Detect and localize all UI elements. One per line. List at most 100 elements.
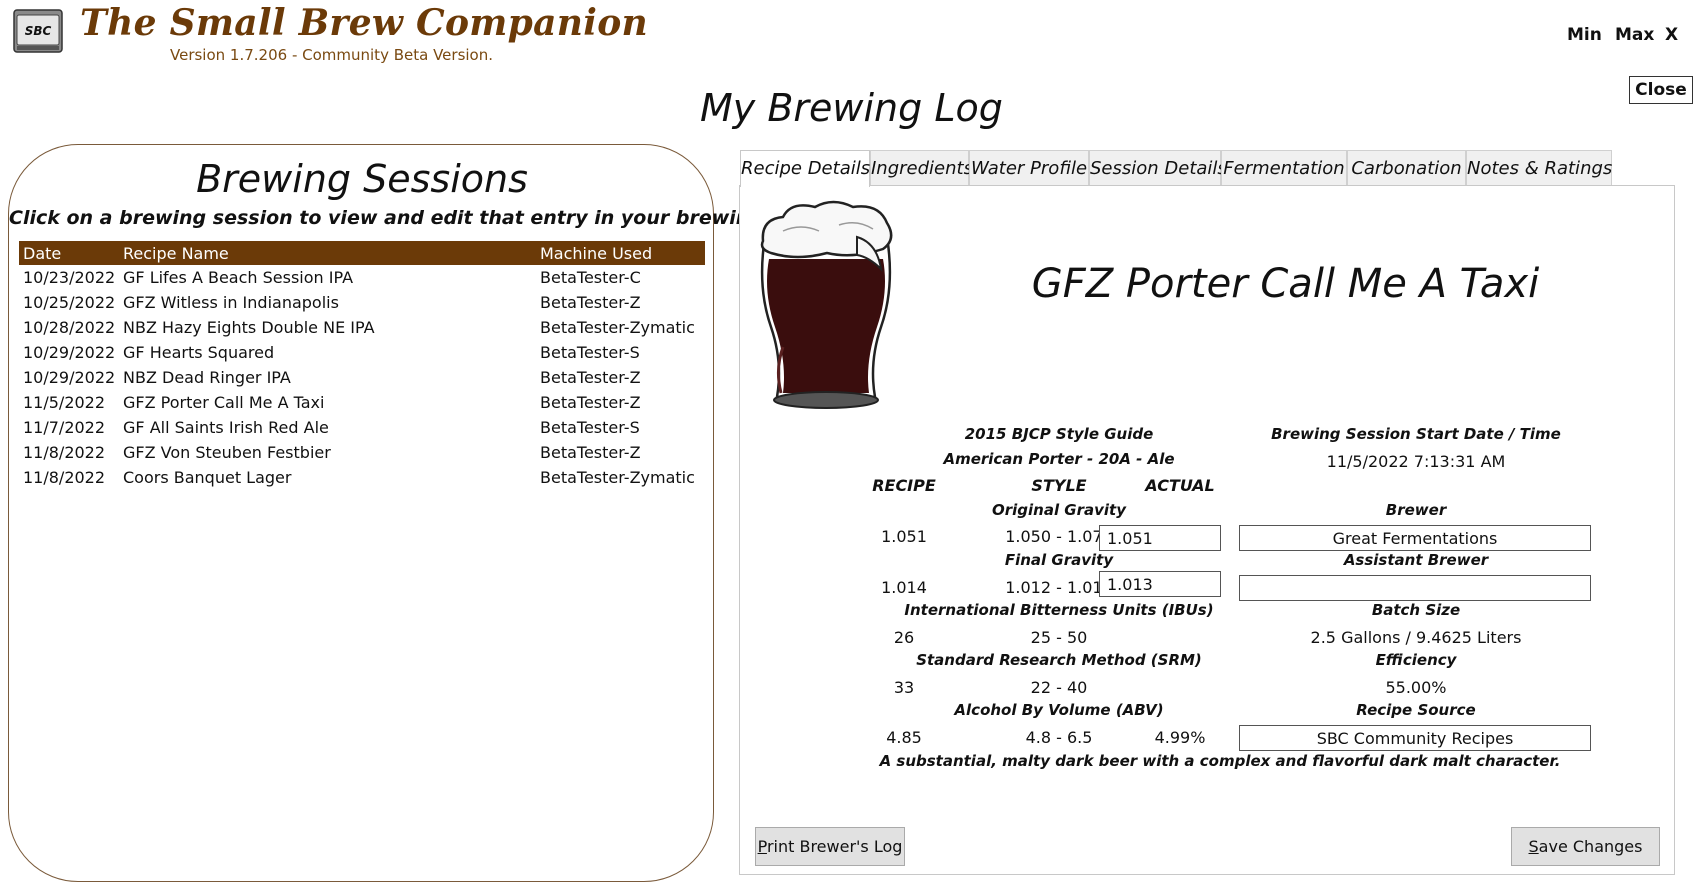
fg-label: Final Gravity xyxy=(1004,551,1114,569)
session-row[interactable]: 10/29/2022 NBZ Dead Ringer IPA BetaTester-… xyxy=(19,365,705,390)
save-button-label: ave Changes xyxy=(1538,837,1643,856)
abv-actual-value: 4.99% xyxy=(1154,728,1206,747)
session-date: 11/8/2022 xyxy=(23,468,106,487)
session-recipe-name: GF All Saints Irish Red Ale xyxy=(123,418,329,437)
ibu-style-value: 25 - 50 xyxy=(1030,628,1088,647)
session-row[interactable]: 11/8/2022 GFZ Von Steuben Festbier BetaTes… xyxy=(19,440,705,465)
print-button-mnemonic: P xyxy=(757,837,767,856)
tab-session-details[interactable]: Session Details xyxy=(1089,150,1227,186)
session-machine: BetaTester-Zymatic xyxy=(540,468,695,487)
session-recipe-name: GF Hearts Squared xyxy=(123,343,275,362)
column-recipe-label: RECIPE xyxy=(872,476,936,495)
session-start-label: Brewing Session Start Date / Time xyxy=(1271,425,1561,443)
close-button[interactable]: Close xyxy=(1629,76,1693,104)
minimize-button[interactable]: Min xyxy=(1567,25,1602,45)
session-recipe-name: NBZ Dead Ringer IPA xyxy=(123,368,291,387)
session-recipe-name: GFZ Witless in Indianapolis xyxy=(123,293,339,312)
tab-water-profile[interactable]: Water Profile xyxy=(969,150,1089,186)
session-recipe-name: GFZ Porter Call Me A Taxi xyxy=(123,393,325,412)
tab-carbonation[interactable]: Carbonation xyxy=(1347,150,1466,186)
assistant-brewer-label: Assistant Brewer xyxy=(1343,551,1489,569)
session-machine: BetaTester-Zymatic xyxy=(540,318,695,337)
session-recipe-name: GF Lifes A Beach Session IPA xyxy=(123,268,354,287)
print-brewers-log-button[interactable]: Print Brewer's Log xyxy=(755,827,905,866)
batch-size-label: Batch Size xyxy=(1371,601,1461,619)
srm-recipe-value: 33 xyxy=(893,678,915,697)
session-machine: BetaTester-S xyxy=(540,343,640,362)
app-version: Version 1.7.206 - Community Beta Version… xyxy=(170,46,493,64)
session-machine: BetaTester-S xyxy=(540,418,640,437)
tab-recipe-details[interactable]: Recipe Details xyxy=(740,150,870,187)
session-date: 11/7/2022 xyxy=(23,418,106,437)
recipe-source-label: Recipe Source xyxy=(1356,701,1476,719)
brewing-sessions-panel: Brewing Sessions Click on a brewing sess… xyxy=(8,144,810,882)
sessions-title: Brewing Sessions xyxy=(196,157,528,201)
save-button-mnemonic: S xyxy=(1528,837,1539,856)
session-date: 10/25/2022 xyxy=(23,293,116,312)
window-close-button[interactable]: X xyxy=(1665,25,1678,45)
fg-actual-input[interactable] xyxy=(1099,571,1221,597)
abv-label: Alcohol By Volume (ABV) xyxy=(954,701,1164,719)
session-row[interactable]: 10/29/2022 GF Hearts Squared BetaTester-S xyxy=(19,340,705,365)
app-title: The Small Brew Companion xyxy=(80,2,649,44)
og-recipe-value: 1.051 xyxy=(881,527,927,546)
style-guide-label: 2015 BJCP Style Guide xyxy=(964,425,1154,443)
session-date: 10/28/2022 xyxy=(23,318,116,337)
srm-style-value: 22 - 40 xyxy=(1030,678,1088,697)
session-row[interactable]: 11/5/2022 GFZ Porter Call Me A Taxi BetaTe… xyxy=(19,390,705,415)
session-date: 10/23/2022 xyxy=(23,268,116,287)
style-description: A substantial, malty dark beer with a co… xyxy=(879,752,1561,770)
maximize-button[interactable]: Max xyxy=(1615,25,1654,45)
tab-ingredients[interactable]: Ingredients xyxy=(870,150,973,186)
session-row[interactable]: 11/8/2022 Coors Banquet Lager BetaTester-Z… xyxy=(19,465,705,490)
column-header-recipe[interactable]: Recipe Name xyxy=(123,244,229,263)
og-actual-input[interactable] xyxy=(1099,525,1221,551)
beer-glass-icon xyxy=(753,197,899,413)
session-date: 10/29/2022 xyxy=(23,343,116,362)
session-recipe-name: NBZ Hazy Eights Double NE IPA xyxy=(123,318,375,337)
session-start-value: 11/5/2022 7:13:31 AM xyxy=(1326,452,1506,471)
tab-fermentation[interactable]: Fermentation xyxy=(1221,150,1347,186)
session-row[interactable]: 10/25/2022 GFZ Witless in Indianapolis Bet… xyxy=(19,290,705,315)
column-style-label: STYLE xyxy=(1031,476,1087,495)
assistant-brewer-input[interactable] xyxy=(1239,575,1591,601)
efficiency-value: 55.00% xyxy=(1385,678,1447,697)
session-date: 10/29/2022 xyxy=(23,368,116,387)
recipe-details-panel: GFZ Porter Call Me A Taxi 2015 BJCP Styl… xyxy=(739,185,1675,875)
sessions-subtitle: Click on a brewing session to view and e… xyxy=(9,207,810,229)
save-changes-button[interactable]: Save Changes xyxy=(1511,827,1660,866)
efficiency-label: Efficiency xyxy=(1375,651,1457,669)
ibu-recipe-value: 26 xyxy=(893,628,915,647)
session-row[interactable]: 10/28/2022 NBZ Hazy Eights Double NE IPA B… xyxy=(19,315,705,340)
session-row[interactable]: 11/7/2022 GF All Saints Irish Red Ale Beta… xyxy=(19,415,705,440)
session-row[interactable]: 10/23/2022 GF Lifes A Beach Session IPA Be… xyxy=(19,265,705,290)
abv-recipe-value: 4.85 xyxy=(886,728,922,747)
sessions-table: Date Recipe Name Machine Used 10/23/2022… xyxy=(19,241,705,490)
session-date: 11/5/2022 xyxy=(23,393,106,412)
session-machine: BetaTester-Z xyxy=(540,443,641,462)
app-logo-icon: SBC xyxy=(13,9,63,53)
column-header-machine[interactable]: Machine Used xyxy=(540,244,652,263)
brewer-label: Brewer xyxy=(1385,501,1447,519)
session-machine: BetaTester-Z xyxy=(540,393,641,412)
session-recipe-name: Coors Banquet Lager xyxy=(123,468,292,487)
og-label: Original Gravity xyxy=(991,501,1127,519)
sessions-header-row: Date Recipe Name Machine Used xyxy=(19,241,705,265)
srm-label: Standard Research Method (SRM) xyxy=(916,651,1202,669)
brewer-input[interactable] xyxy=(1239,525,1591,551)
abv-style-value: 4.8 - 6.5 xyxy=(1025,728,1093,747)
style-name: American Porter - 20A - Ale xyxy=(943,450,1175,468)
session-recipe-name: GFZ Von Steuben Festbier xyxy=(123,443,331,462)
fg-recipe-value: 1.014 xyxy=(881,578,927,597)
print-button-label: rint Brewer's Log xyxy=(766,837,903,856)
column-header-date[interactable]: Date xyxy=(23,244,61,263)
ibu-label: International Bitterness Units (IBUs) xyxy=(904,601,1214,619)
recipe-name-title: GFZ Porter Call Me A Taxi xyxy=(1031,261,1540,307)
page-title: My Brewing Log xyxy=(700,86,1003,130)
session-machine: BetaTester-Z xyxy=(540,368,641,387)
column-actual-label: ACTUAL xyxy=(1145,476,1215,495)
batch-size-value: 2.5 Gallons / 9.4625 Liters xyxy=(1310,628,1522,647)
tab-notes-ratings[interactable]: Notes & Ratings xyxy=(1466,150,1612,186)
recipe-source-input[interactable] xyxy=(1239,725,1591,751)
session-date: 11/8/2022 xyxy=(23,443,106,462)
